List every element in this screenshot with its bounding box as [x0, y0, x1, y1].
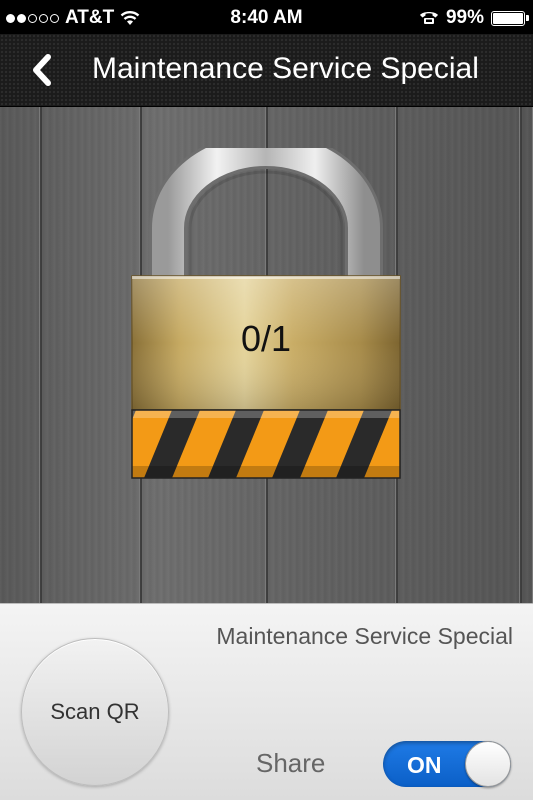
scan-qr-button[interactable]: Scan QR — [21, 638, 169, 786]
share-toggle[interactable]: ON — [383, 741, 511, 787]
page-title: Maintenance Service Special — [92, 52, 479, 85]
bottom-panel: Maintenance Service Special Scan QR Shar… — [0, 603, 533, 800]
phone-icon — [419, 12, 438, 24]
battery-icon — [491, 10, 529, 26]
wood-plank — [520, 107, 533, 603]
toggle-state-label: ON — [407, 752, 442, 778]
app-screen: AT&T 8:40 AM 99% Maintenance Service Spe… — [0, 0, 533, 800]
navigation-bar: Maintenance Service Special — [0, 34, 533, 107]
wood-plank — [396, 107, 522, 603]
battery-percent: 99% — [445, 7, 484, 28]
lock-counter: 0/1 — [240, 318, 292, 359]
padlock-icon — [131, 148, 401, 479]
offer-title: Maintenance Service Special — [216, 623, 513, 649]
wood-plank — [40, 107, 142, 603]
share-label: Share — [256, 748, 326, 778]
chevron-left-icon — [33, 54, 51, 86]
status-right: 99% — [419, 7, 529, 29]
toggle-knob[interactable] — [465, 741, 511, 787]
back-button[interactable] — [26, 52, 60, 88]
status-bar: AT&T 8:40 AM 99% — [0, 0, 533, 34]
wood-plank — [0, 107, 42, 603]
